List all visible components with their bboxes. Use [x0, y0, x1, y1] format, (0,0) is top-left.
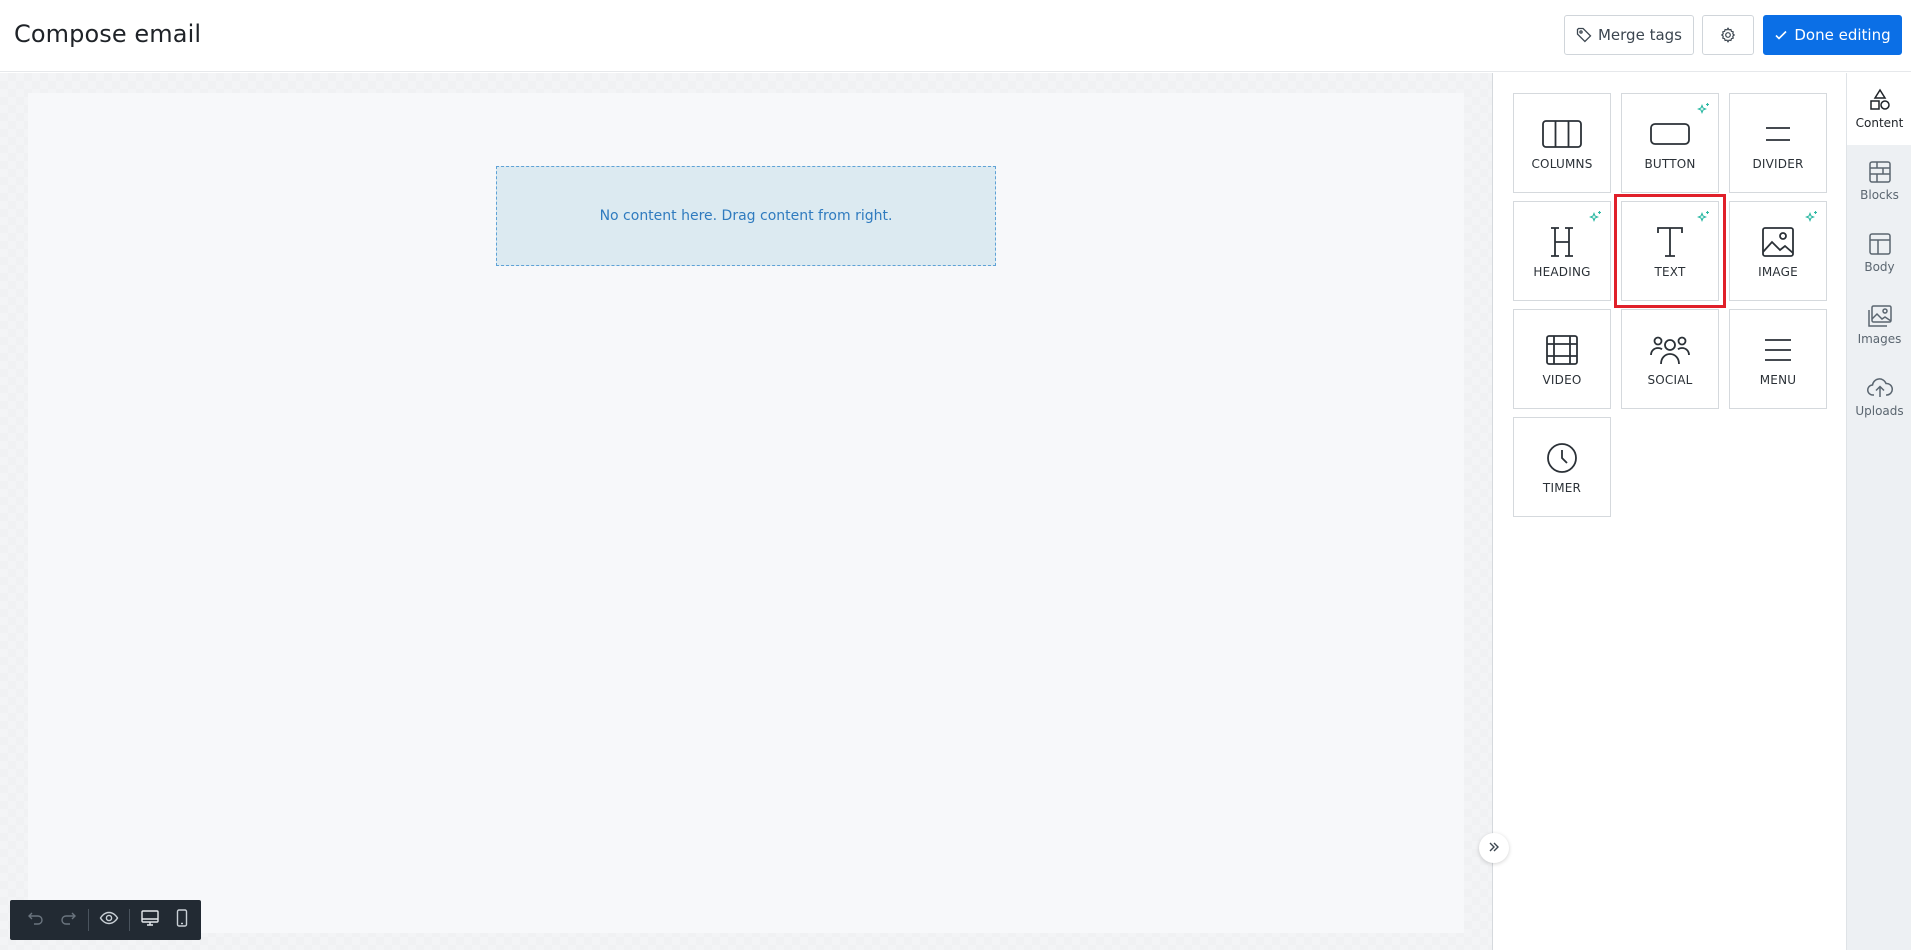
merge-tags-label: Merge tags	[1597, 26, 1682, 44]
heading-icon	[1547, 226, 1577, 258]
cloud-upload-icon	[1866, 376, 1894, 400]
tile-divider[interactable]: DIVIDER	[1729, 93, 1827, 193]
tile-label: HEADING	[1533, 265, 1591, 279]
done-editing-button[interactable]: Done editing	[1763, 15, 1902, 55]
tile-heading[interactable]: HEADING	[1513, 201, 1611, 301]
ai-sparkle-icon	[1697, 209, 1711, 228]
ai-sparkle-icon	[1697, 101, 1711, 120]
tile-columns[interactable]: COLUMNS	[1513, 93, 1611, 193]
shapes-icon	[1868, 88, 1892, 112]
tile-timer[interactable]: TIMER	[1513, 417, 1611, 517]
columns-icon	[1542, 118, 1582, 150]
tile-label: IMAGE	[1758, 265, 1798, 279]
tile-menu[interactable]: MENU	[1729, 309, 1827, 409]
rail-item-blocks[interactable]: Blocks	[1847, 145, 1911, 217]
rail-label: Content	[1855, 116, 1904, 130]
undo-button[interactable]	[20, 900, 52, 940]
tile-label: COLUMNS	[1531, 157, 1593, 171]
timer-icon	[1546, 442, 1578, 474]
tag-icon	[1576, 27, 1592, 43]
check-icon	[1774, 28, 1788, 42]
content-panel: COLUMNS BUTTON DIVIDER HEADING TEXT IMAG…	[1492, 73, 1846, 950]
done-editing-label: Done editing	[1794, 26, 1891, 44]
images-icon	[1867, 304, 1893, 328]
editor-toolbar	[10, 900, 201, 940]
ai-sparkle-icon	[1805, 209, 1819, 228]
image-icon	[1762, 226, 1794, 258]
redo-button[interactable]	[52, 900, 84, 940]
merge-tags-button[interactable]: Merge tags	[1564, 15, 1694, 55]
tile-image[interactable]: IMAGE	[1729, 201, 1827, 301]
rail-item-content[interactable]: Content	[1847, 73, 1911, 145]
tile-social[interactable]: SOCIAL	[1621, 309, 1719, 409]
mobile-view-button[interactable]	[166, 900, 198, 940]
rail-label: Body	[1864, 260, 1895, 274]
text-icon	[1655, 226, 1685, 258]
preview-button[interactable]	[93, 900, 125, 940]
toolbar-divider	[129, 909, 130, 931]
rail-item-images[interactable]: Images	[1847, 289, 1911, 361]
top-bar: Compose email Merge tags Done editing	[0, 0, 1911, 72]
button-icon	[1650, 118, 1690, 150]
layout-icon	[1868, 232, 1892, 256]
desktop-icon	[140, 908, 160, 932]
drop-zone-message: No content here. Drag content from right…	[599, 208, 893, 224]
tile-video[interactable]: VIDEO	[1513, 309, 1611, 409]
rail-item-uploads[interactable]: Uploads	[1847, 361, 1911, 433]
empty-drop-zone[interactable]: No content here. Drag content from right…	[496, 166, 996, 266]
redo-icon	[59, 909, 77, 931]
collapse-panel-button[interactable]	[1479, 833, 1509, 863]
gear-icon	[1720, 27, 1736, 43]
rail-label: Blocks	[1860, 188, 1899, 202]
tile-label: MENU	[1759, 373, 1797, 387]
menu-icon	[1763, 334, 1793, 366]
blocks-icon	[1868, 160, 1892, 184]
rail-label: Uploads	[1855, 404, 1904, 418]
double-chevron-right-icon	[1487, 839, 1501, 858]
tile-label: DIVIDER	[1752, 157, 1804, 171]
tile-label: VIDEO	[1542, 373, 1582, 387]
settings-button[interactable]	[1702, 15, 1754, 55]
email-canvas[interactable]: No content here. Drag content from right…	[0, 73, 1493, 950]
desktop-view-button[interactable]	[134, 900, 166, 940]
tile-label: SOCIAL	[1647, 373, 1693, 387]
rail-label: Images	[1857, 332, 1902, 346]
tile-button[interactable]: BUTTON	[1621, 93, 1719, 193]
undo-icon	[27, 909, 45, 931]
rail-item-body[interactable]: Body	[1847, 217, 1911, 289]
page-title: Compose email	[14, 20, 202, 48]
social-icon	[1650, 334, 1690, 366]
tile-label: TEXT	[1654, 265, 1686, 279]
tile-label: BUTTON	[1644, 157, 1696, 171]
side-rail: Content Blocks Body Images Uploads	[1846, 73, 1911, 950]
divider-icon	[1763, 118, 1793, 150]
eye-icon	[99, 908, 119, 932]
toolbar-divider	[88, 909, 89, 931]
mobile-icon	[174, 908, 190, 932]
video-icon	[1546, 334, 1578, 366]
tile-label: TIMER	[1542, 481, 1582, 495]
ai-sparkle-icon	[1589, 209, 1603, 228]
tile-text[interactable]: TEXT	[1614, 194, 1726, 308]
